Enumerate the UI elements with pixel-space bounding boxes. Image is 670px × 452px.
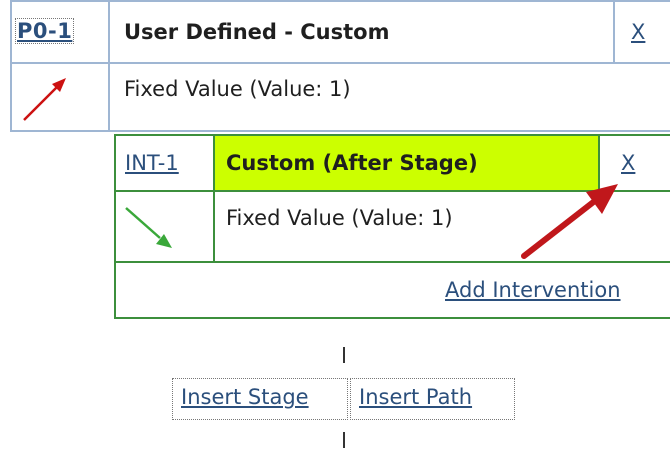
stage-row-divider	[10, 62, 670, 64]
stage-close-button[interactable]: X	[631, 20, 645, 44]
stage-close-divider	[613, 0, 615, 64]
intervention-value: Fixed Value (Value: 1)	[226, 206, 453, 230]
intervention-column-divider	[213, 134, 215, 262]
intervention-close-button[interactable]: X	[621, 151, 635, 175]
stage-title: User Defined - Custom	[124, 20, 390, 44]
stage-value: Fixed Value (Value: 1)	[124, 77, 351, 101]
insert-stage-link[interactable]: Insert Stage	[172, 378, 348, 420]
intervention-title: Custom (After Stage)	[226, 151, 478, 175]
stage-column-divider	[108, 0, 110, 132]
arrow-down-right-icon	[122, 202, 178, 257]
stage-id-link[interactable]: P0-1	[14, 18, 75, 44]
arrow-up-right-icon	[20, 72, 72, 129]
insert-path-link[interactable]: Insert Path	[350, 378, 515, 420]
connector-bottom	[343, 432, 345, 448]
add-intervention-link[interactable]: Add Intervention	[445, 278, 621, 302]
connector-top	[343, 347, 345, 363]
red-callout-arrow-icon	[516, 178, 626, 267]
intervention-id-link[interactable]: INT-1	[125, 151, 179, 175]
